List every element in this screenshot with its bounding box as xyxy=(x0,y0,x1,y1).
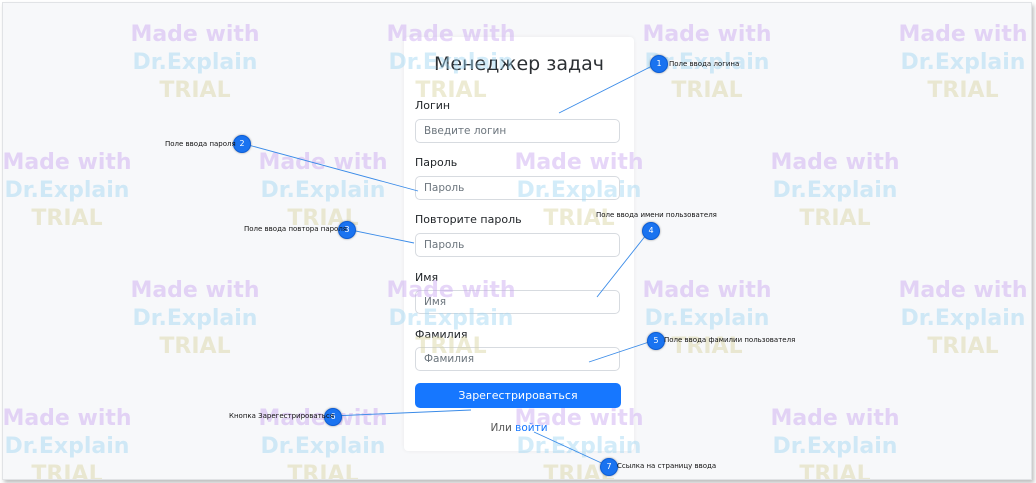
callout-badge: 4 xyxy=(642,222,660,240)
callout-line-4 xyxy=(596,229,651,298)
callout-text: Поле ввода пароля xyxy=(165,140,236,148)
callout-lines xyxy=(240,62,659,467)
callout-text: Поле ввода повтора пароля xyxy=(244,225,348,233)
screenshot-frame: Менеджер задач Логин Пароль Повторите па… xyxy=(2,2,1032,480)
callout-line-2 xyxy=(240,142,419,192)
callout-line-3 xyxy=(345,228,415,244)
callout-badge: 1 xyxy=(650,55,668,73)
callout-line-6 xyxy=(331,409,472,417)
callout-text: Поле ввода фамилии пользователя xyxy=(664,336,796,344)
callout-badge: 5 xyxy=(647,332,665,350)
callout-line-7 xyxy=(533,431,609,467)
callout-text: Ссылка на страницу ввода xyxy=(617,462,717,470)
callout-text: Кнопка Зарегестрироваться xyxy=(229,412,334,420)
callout-text: Поле ввода логина xyxy=(669,60,740,68)
callout-line-5 xyxy=(588,339,656,363)
callout-text: Поле ввода имени пользователя xyxy=(596,211,717,219)
callout-badge: 7 xyxy=(600,458,618,476)
callout-line-1 xyxy=(558,62,659,114)
